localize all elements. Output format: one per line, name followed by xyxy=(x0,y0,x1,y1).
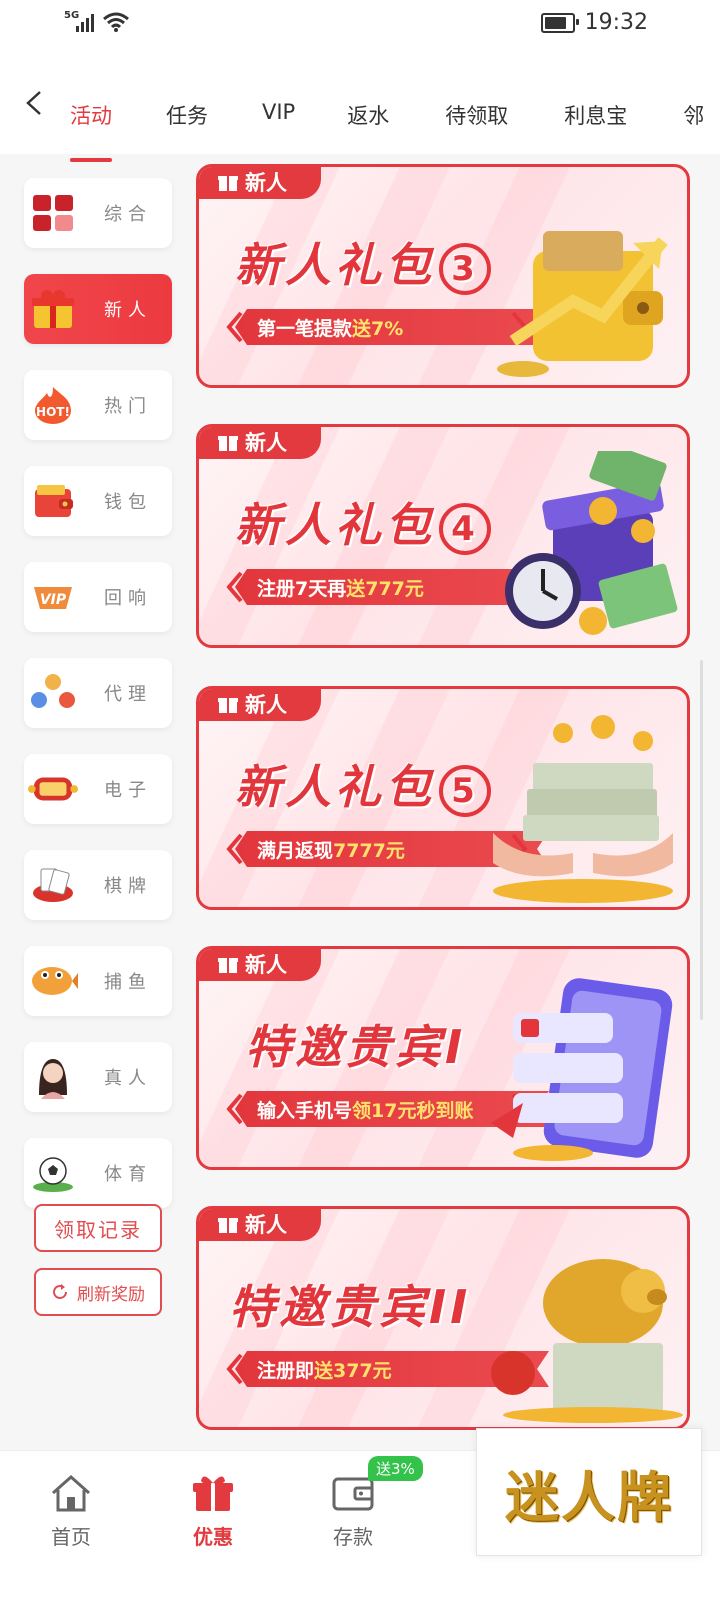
refresh-rewards-button[interactable]: 刷新奖励 xyxy=(34,1268,162,1316)
sidebar-item-cards[interactable]: 棋牌 xyxy=(24,850,172,920)
sidebar-item-overview[interactable]: 综合 xyxy=(24,178,172,248)
phone-art xyxy=(491,978,673,1161)
brand-logo-text: 迷人牌 xyxy=(505,1465,673,1529)
sidebar-item-agent[interactable]: 代理 xyxy=(24,658,172,728)
agents-icon xyxy=(28,668,78,718)
category-sidebar: 综合 新人 HOT! 热门 钱包 VIP 回响 代理 电子 棋牌 捕鱼 真人 体… xyxy=(24,178,174,1234)
promo-tag: 新人 xyxy=(199,689,321,721)
refresh-icon xyxy=(53,1284,67,1299)
tab-interest[interactable]: 利息宝 xyxy=(564,100,627,130)
sidebar-item-label: 新人 xyxy=(104,300,152,321)
tab-more[interactable]: 邻 xyxy=(683,100,704,130)
money-box-clock-art xyxy=(505,451,678,635)
wallet-icon xyxy=(28,476,78,526)
nav-label: 首页 xyxy=(51,1525,91,1549)
promo-banner-newbie-pack-5[interactable]: 新人 新人礼包 5 满月返现 7777元 xyxy=(196,686,690,910)
tab-rebate[interactable]: 返水 xyxy=(347,100,389,130)
gift-icon xyxy=(218,436,238,451)
promo-banner-newbie-pack-3[interactable]: 新人 新人礼包 3 第一笔提款 送7% xyxy=(196,164,690,388)
sidebar-item-hot[interactable]: HOT! 热门 xyxy=(24,370,172,440)
promo-title: 特邀贵宾I xyxy=(245,1020,467,1074)
cash-hands-art xyxy=(493,715,673,903)
sidebar-item-slots[interactable]: 电子 xyxy=(24,754,172,824)
promo-tag: 新人 xyxy=(199,427,321,459)
gift-icon xyxy=(193,1476,233,1511)
promo-title: 特邀贵宾II xyxy=(229,1280,472,1334)
poker-chip-icon xyxy=(28,860,78,910)
tab-pending[interactable]: 待领取 xyxy=(445,100,508,130)
tab-tasks[interactable]: 任务 xyxy=(166,100,208,130)
nav-label: 优惠 xyxy=(193,1525,233,1549)
nav-deposit[interactable]: 存款 xyxy=(308,1473,398,1550)
hot-badge-icon: HOT! xyxy=(28,380,78,430)
brand-overlay: 迷人牌 xyxy=(476,1428,702,1556)
promo-banner-newbie-pack-4[interactable]: 新人 新人礼包 4 注册7天再 送777元 xyxy=(196,424,690,648)
sidebar-item-label: 电子 xyxy=(104,780,152,801)
promo-title: 新人礼包 4 xyxy=(235,489,491,555)
clock: 19:32 xyxy=(584,10,648,35)
claim-records-button[interactable]: 领取记录 xyxy=(34,1204,162,1252)
sidebar-item-sports[interactable]: 体育 xyxy=(24,1138,172,1208)
scrollbar[interactable] xyxy=(700,660,703,1020)
sidebar-item-label: 代理 xyxy=(104,684,152,705)
promo-banner-vip-guest-1[interactable]: 新人 特邀贵宾I 输入手机号 领17元秒到账 xyxy=(196,946,690,1170)
nav-promotions[interactable]: 优惠 xyxy=(168,1473,258,1550)
dealer-avatar-icon xyxy=(28,1052,78,1102)
back-arrow-icon[interactable] xyxy=(22,90,48,116)
sidebar-item-label: 体育 xyxy=(104,1164,152,1185)
status-right: 19:32 xyxy=(540,10,648,35)
vip-badge-icon: VIP xyxy=(28,572,78,622)
top-nav: 活动 任务 VIP 返水 待领取 利息宝 邻 xyxy=(0,50,720,162)
tab-bar: 活动 任务 VIP 返水 待领取 利息宝 邻 xyxy=(70,100,704,162)
wifi-icon xyxy=(103,12,129,32)
tab-activities[interactable]: 活动 xyxy=(70,100,112,162)
sidebar-item-label: 钱包 xyxy=(104,492,152,513)
promo-tag: 新人 xyxy=(199,167,321,199)
status-bar: 5G 19:32 xyxy=(0,0,720,50)
deposit-bonus-badge: 送3% xyxy=(368,1456,423,1481)
battery-icon xyxy=(540,12,579,33)
gift-icon xyxy=(218,176,238,191)
nav-home[interactable]: 首页 xyxy=(26,1473,116,1550)
svg-text:HOT!: HOT! xyxy=(36,405,70,419)
golden-pig-art xyxy=(491,1259,683,1423)
promo-banner-vip-guest-2[interactable]: 新人 特邀贵宾II 注册即 送377元 xyxy=(196,1206,690,1430)
refresh-label: 刷新奖励 xyxy=(77,1284,145,1305)
sidebar-item-live[interactable]: 真人 xyxy=(24,1042,172,1112)
signal-area: 5G xyxy=(64,10,130,32)
sidebar-item-label: 热门 xyxy=(104,396,152,417)
sidebar-item-fishing[interactable]: 捕鱼 xyxy=(24,946,172,1016)
sidebar-item-label: 真人 xyxy=(104,1068,152,1089)
nav-label: 存款 xyxy=(333,1525,373,1549)
gift-box-icon xyxy=(28,284,78,334)
svg-text:VIP: VIP xyxy=(40,592,67,608)
tab-vip[interactable]: VIP xyxy=(262,100,295,130)
gift-icon xyxy=(218,1218,238,1233)
network-type: 5G xyxy=(64,10,80,21)
sidebar-item-label: 棋牌 xyxy=(104,876,152,897)
slot-machine-icon xyxy=(28,764,78,814)
promo-title: 新人礼包 3 xyxy=(235,229,491,295)
promo-title: 新人礼包 5 xyxy=(235,751,491,817)
promo-tag: 新人 xyxy=(199,1209,321,1241)
sidebar-item-label: 捕鱼 xyxy=(104,972,152,993)
home-icon xyxy=(52,1474,90,1512)
sidebar-item-label: 回响 xyxy=(104,588,152,609)
gift-icon xyxy=(218,698,238,713)
sidebar-item-newbie[interactable]: 新人 xyxy=(24,274,172,344)
grid-icon xyxy=(28,188,78,238)
sidebar-item-label: 综合 xyxy=(104,204,152,225)
gold-wallet-art xyxy=(497,231,668,377)
soccer-ball-icon xyxy=(28,1148,78,1198)
sidebar-item-vip[interactable]: VIP 回响 xyxy=(24,562,172,632)
gift-icon xyxy=(218,958,238,973)
sidebar-item-wallet[interactable]: 钱包 xyxy=(24,466,172,536)
promo-tag: 新人 xyxy=(199,949,321,981)
fish-icon xyxy=(28,956,78,1006)
